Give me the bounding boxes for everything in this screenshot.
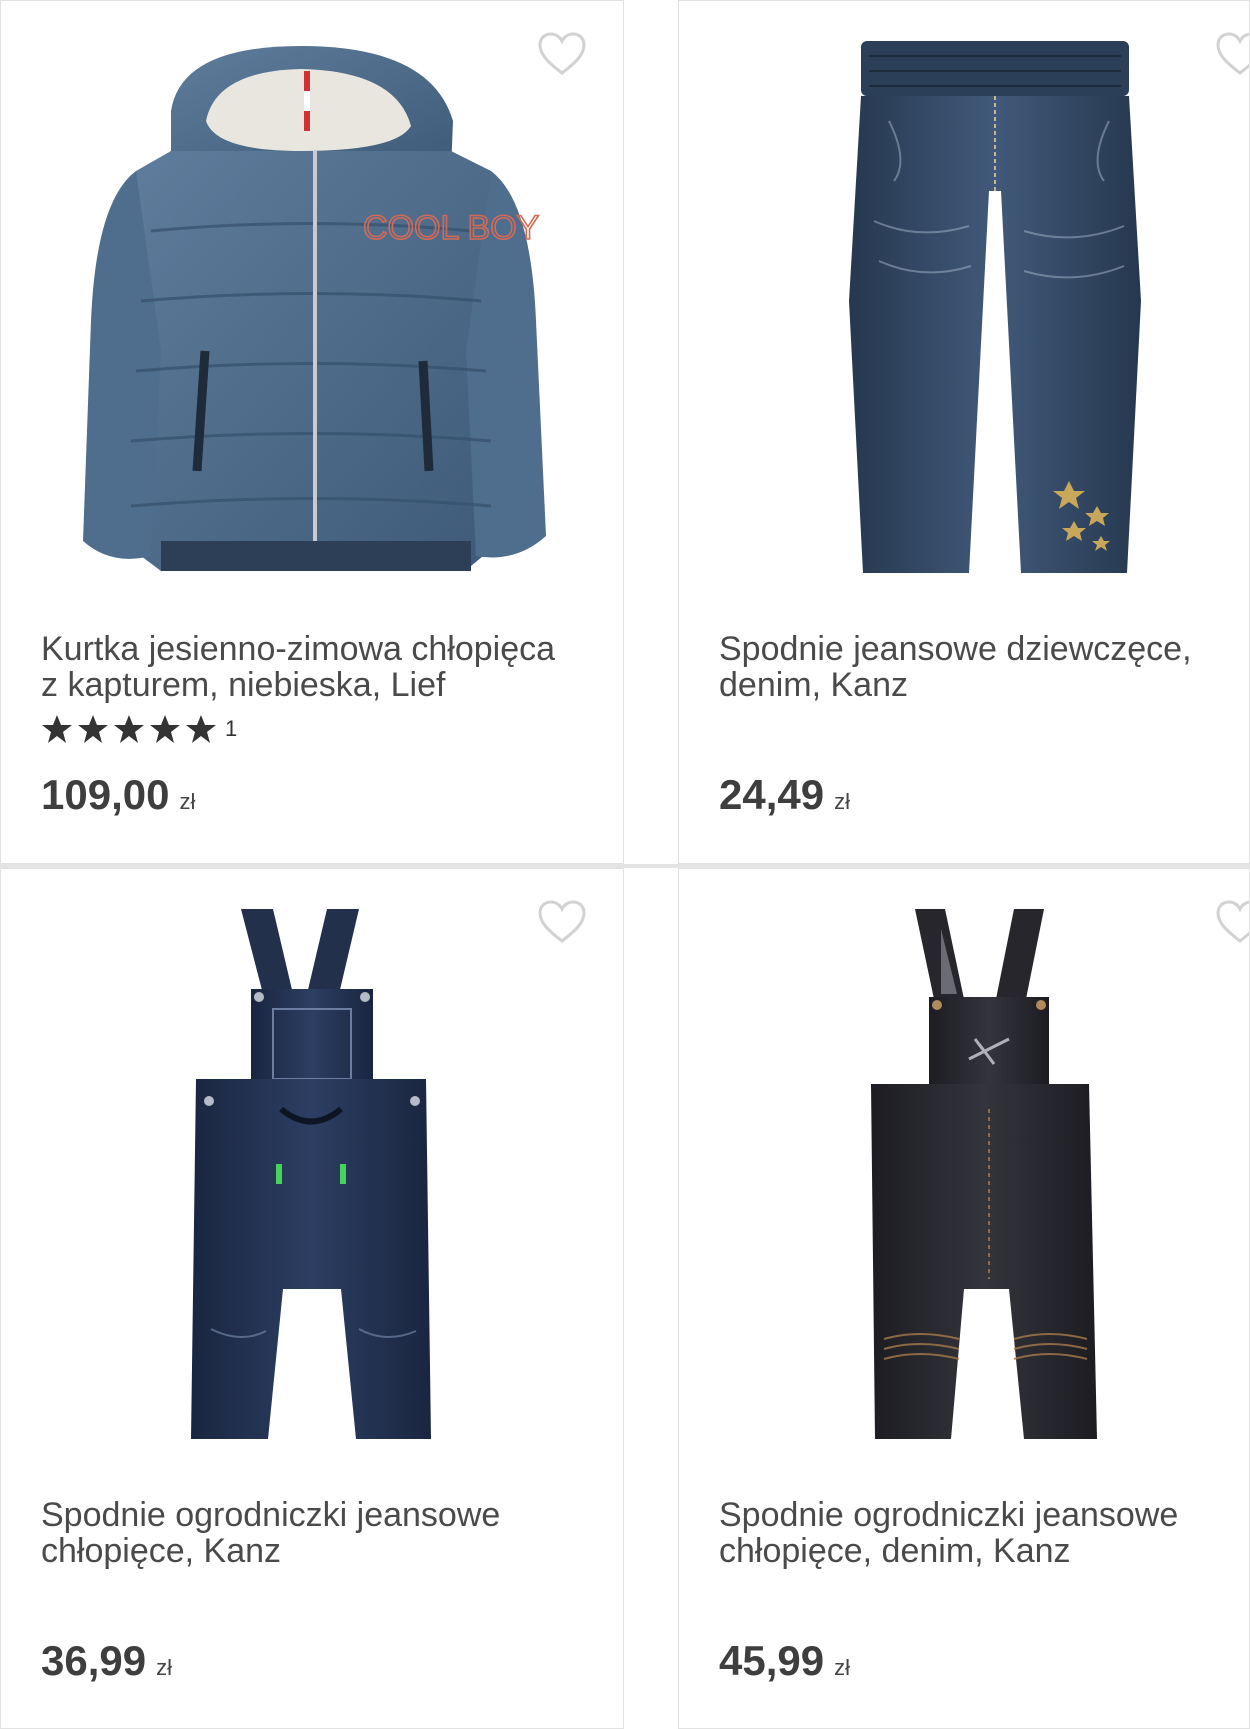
- product-image-jeans[interactable]: [679, 1, 1250, 601]
- star-icon: [114, 715, 144, 743]
- price-value: 45,99: [719, 1637, 825, 1684]
- star-icon: [42, 715, 72, 743]
- product-card-4[interactable]: Spodnie ogrodniczki jeansowe chłopięce, …: [678, 868, 1250, 1729]
- product-title-line1: Spodnie jeansowe dziewczęce,: [719, 630, 1192, 668]
- product-title-line1: Spodnie ogrodniczki jeansowe: [719, 1496, 1179, 1534]
- product-card-3[interactable]: Spodnie ogrodniczki jeansowe chłopięce, …: [0, 868, 624, 1729]
- product-image-dark-dungarees[interactable]: [679, 869, 1250, 1469]
- price-currency: zł: [834, 1655, 850, 1680]
- star-icon: [78, 715, 108, 743]
- product-title-line2: chłopięce, Kanz: [41, 1532, 282, 1570]
- price-currency: zł: [179, 789, 196, 814]
- jacket-print-text: COOL BOY: [363, 209, 539, 247]
- product-title-line2: chłopięce, denim, Kanz: [719, 1532, 1071, 1570]
- product-title[interactable]: Spodnie jeansowe dziewczęce, denim, Kanz: [719, 630, 1249, 704]
- product-title-line1: Kurtka jesienno-zimowa chłopięca: [41, 630, 556, 668]
- favorite-heart-icon[interactable]: [537, 899, 587, 945]
- product-title-line1: Spodnie ogrodniczki jeansowe: [41, 1496, 501, 1534]
- price-currency: zł: [156, 1655, 172, 1680]
- rating-count: 1: [225, 716, 238, 741]
- product-title[interactable]: Kurtka jesienno-zimowa chłopięca z kaptu…: [41, 631, 581, 703]
- product-title-line2: z kapturem, niebieska, Lief: [41, 666, 446, 704]
- price-value: 109,00: [41, 771, 170, 818]
- product-price: 24,49 zł: [719, 771, 850, 819]
- product-title[interactable]: Spodnie ogrodniczki jeansowe chłopięce, …: [719, 1496, 1249, 1570]
- favorite-heart-icon[interactable]: [1215, 899, 1250, 945]
- star-icon: [150, 715, 180, 743]
- favorite-heart-icon[interactable]: [537, 31, 587, 77]
- product-card-2[interactable]: Spodnie jeansowe dziewczęce, denim, Kanz…: [678, 0, 1250, 864]
- product-price: 109,00 zł: [41, 771, 195, 819]
- product-price: 36,99 zł: [41, 1637, 172, 1685]
- product-title[interactable]: Spodnie ogrodniczki jeansowe chłopięce, …: [41, 1497, 581, 1569]
- price-currency: zł: [834, 789, 850, 814]
- favorite-heart-icon[interactable]: [1215, 31, 1250, 77]
- product-card-1[interactable]: COOL BOY Kurtka jesienno-zimowa chłopięc…: [0, 0, 624, 864]
- product-image-dungarees[interactable]: [1, 869, 624, 1469]
- rating-stars: 1: [41, 713, 237, 745]
- product-image-jacket[interactable]: COOL BOY: [1, 1, 624, 601]
- price-value: 36,99: [41, 1637, 147, 1684]
- star-icon: [186, 715, 216, 743]
- product-title-line2: denim, Kanz: [719, 666, 908, 704]
- price-value: 24,49: [719, 771, 825, 818]
- product-price: 45,99 zł: [719, 1637, 850, 1685]
